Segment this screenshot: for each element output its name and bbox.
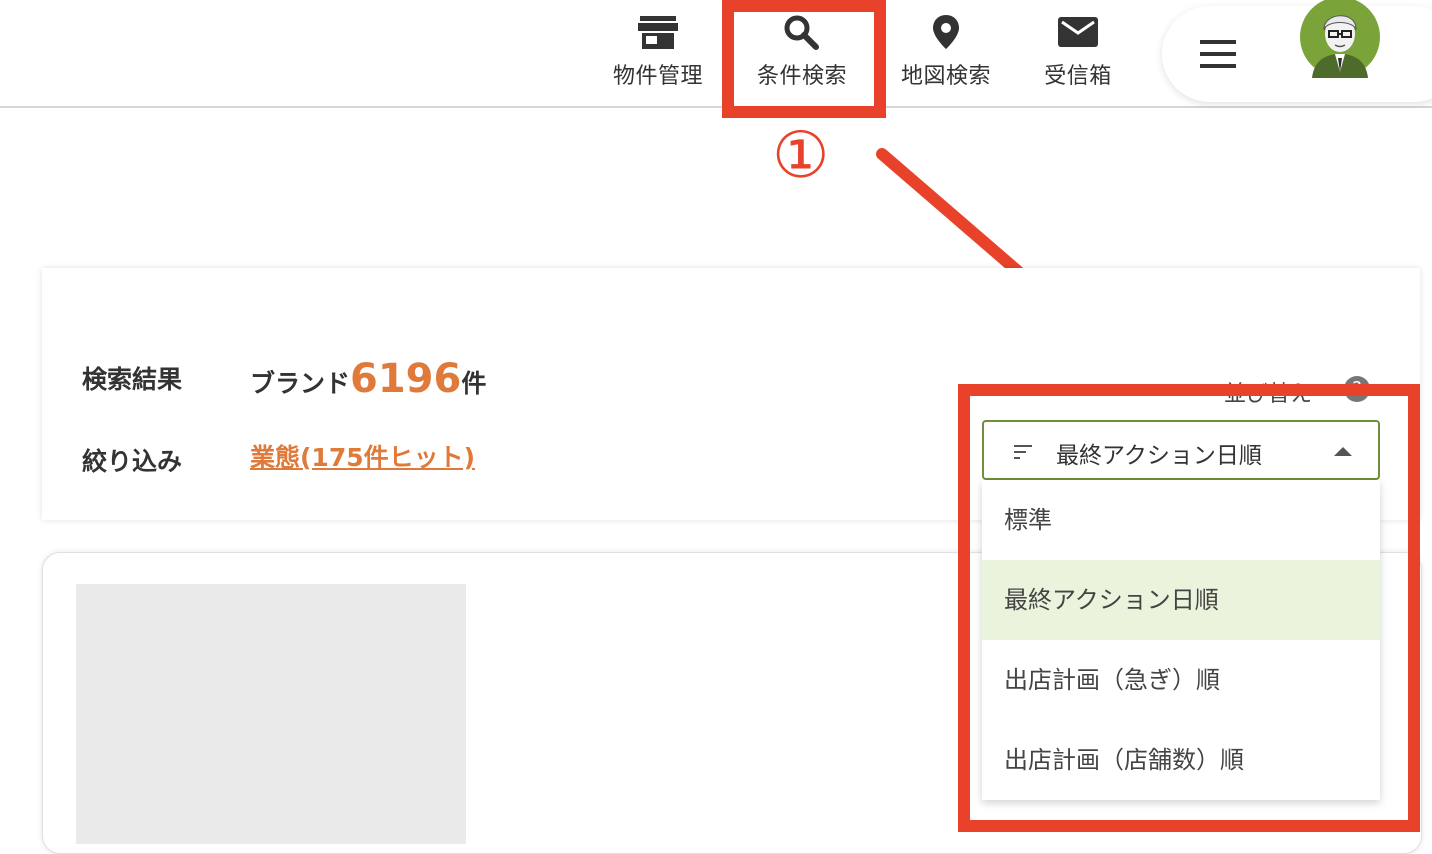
nav-label: 条件検索 — [756, 64, 847, 89]
result-count: 6196 — [350, 356, 462, 402]
sort-option-standard[interactable]: 標準 — [982, 480, 1380, 560]
nav-item-condition-search[interactable]: 条件検索 — [742, 14, 862, 94]
nav-label: 地図検索 — [900, 64, 991, 89]
search-icon — [784, 15, 819, 50]
hamburger-menu-icon[interactable] — [1198, 40, 1238, 68]
filter-label: 絞り込み — [82, 447, 183, 476]
sort-dropdown-menu: 標準 最終アクション日順 出店計画（急ぎ）順 出店計画（店舗数）順 — [982, 480, 1380, 800]
nav-item-inbox[interactable]: 受信箱 — [1018, 14, 1138, 94]
map-pin-icon — [933, 15, 959, 49]
brand-prefix: ブランド — [250, 369, 351, 398]
sort-selected-value: 最終アクション日順 — [1056, 443, 1262, 469]
user-avatar[interactable] — [1300, 0, 1380, 78]
caret-up-icon — [1334, 447, 1352, 456]
nav-label: 受信箱 — [1044, 64, 1112, 89]
help-icon[interactable]: ? — [1344, 376, 1370, 402]
search-result-label: 検索結果 — [82, 365, 183, 394]
nav-label: 物件管理 — [612, 64, 703, 89]
nav-item-map-search[interactable]: 地図検索 — [886, 14, 1006, 94]
nav-item-property-management[interactable]: 物件管理 — [598, 14, 718, 94]
top-header: 物件管理 条件検索 地図検索 受信箱 — [0, 0, 1432, 108]
mail-icon — [1058, 17, 1098, 47]
sort-icon — [1014, 445, 1032, 459]
count-suffix: 件 — [461, 369, 487, 398]
sort-option-plan-store-count[interactable]: 出店計画（店舗数）順 — [982, 720, 1380, 800]
brand-count-text: ブランド6196件 — [250, 356, 486, 402]
step1-marker: ① — [772, 119, 830, 193]
sort-select[interactable]: 最終アクション日順 — [982, 420, 1380, 480]
filter-link[interactable]: 業態(175件ヒット) — [250, 438, 475, 474]
image-placeholder — [76, 584, 466, 844]
sort-option-last-action[interactable]: 最終アクション日順 — [982, 560, 1380, 640]
store-icon — [638, 16, 678, 49]
sort-title: 並び替え — [1224, 382, 1313, 407]
sort-option-plan-urgent[interactable]: 出店計画（急ぎ）順 — [982, 640, 1380, 720]
